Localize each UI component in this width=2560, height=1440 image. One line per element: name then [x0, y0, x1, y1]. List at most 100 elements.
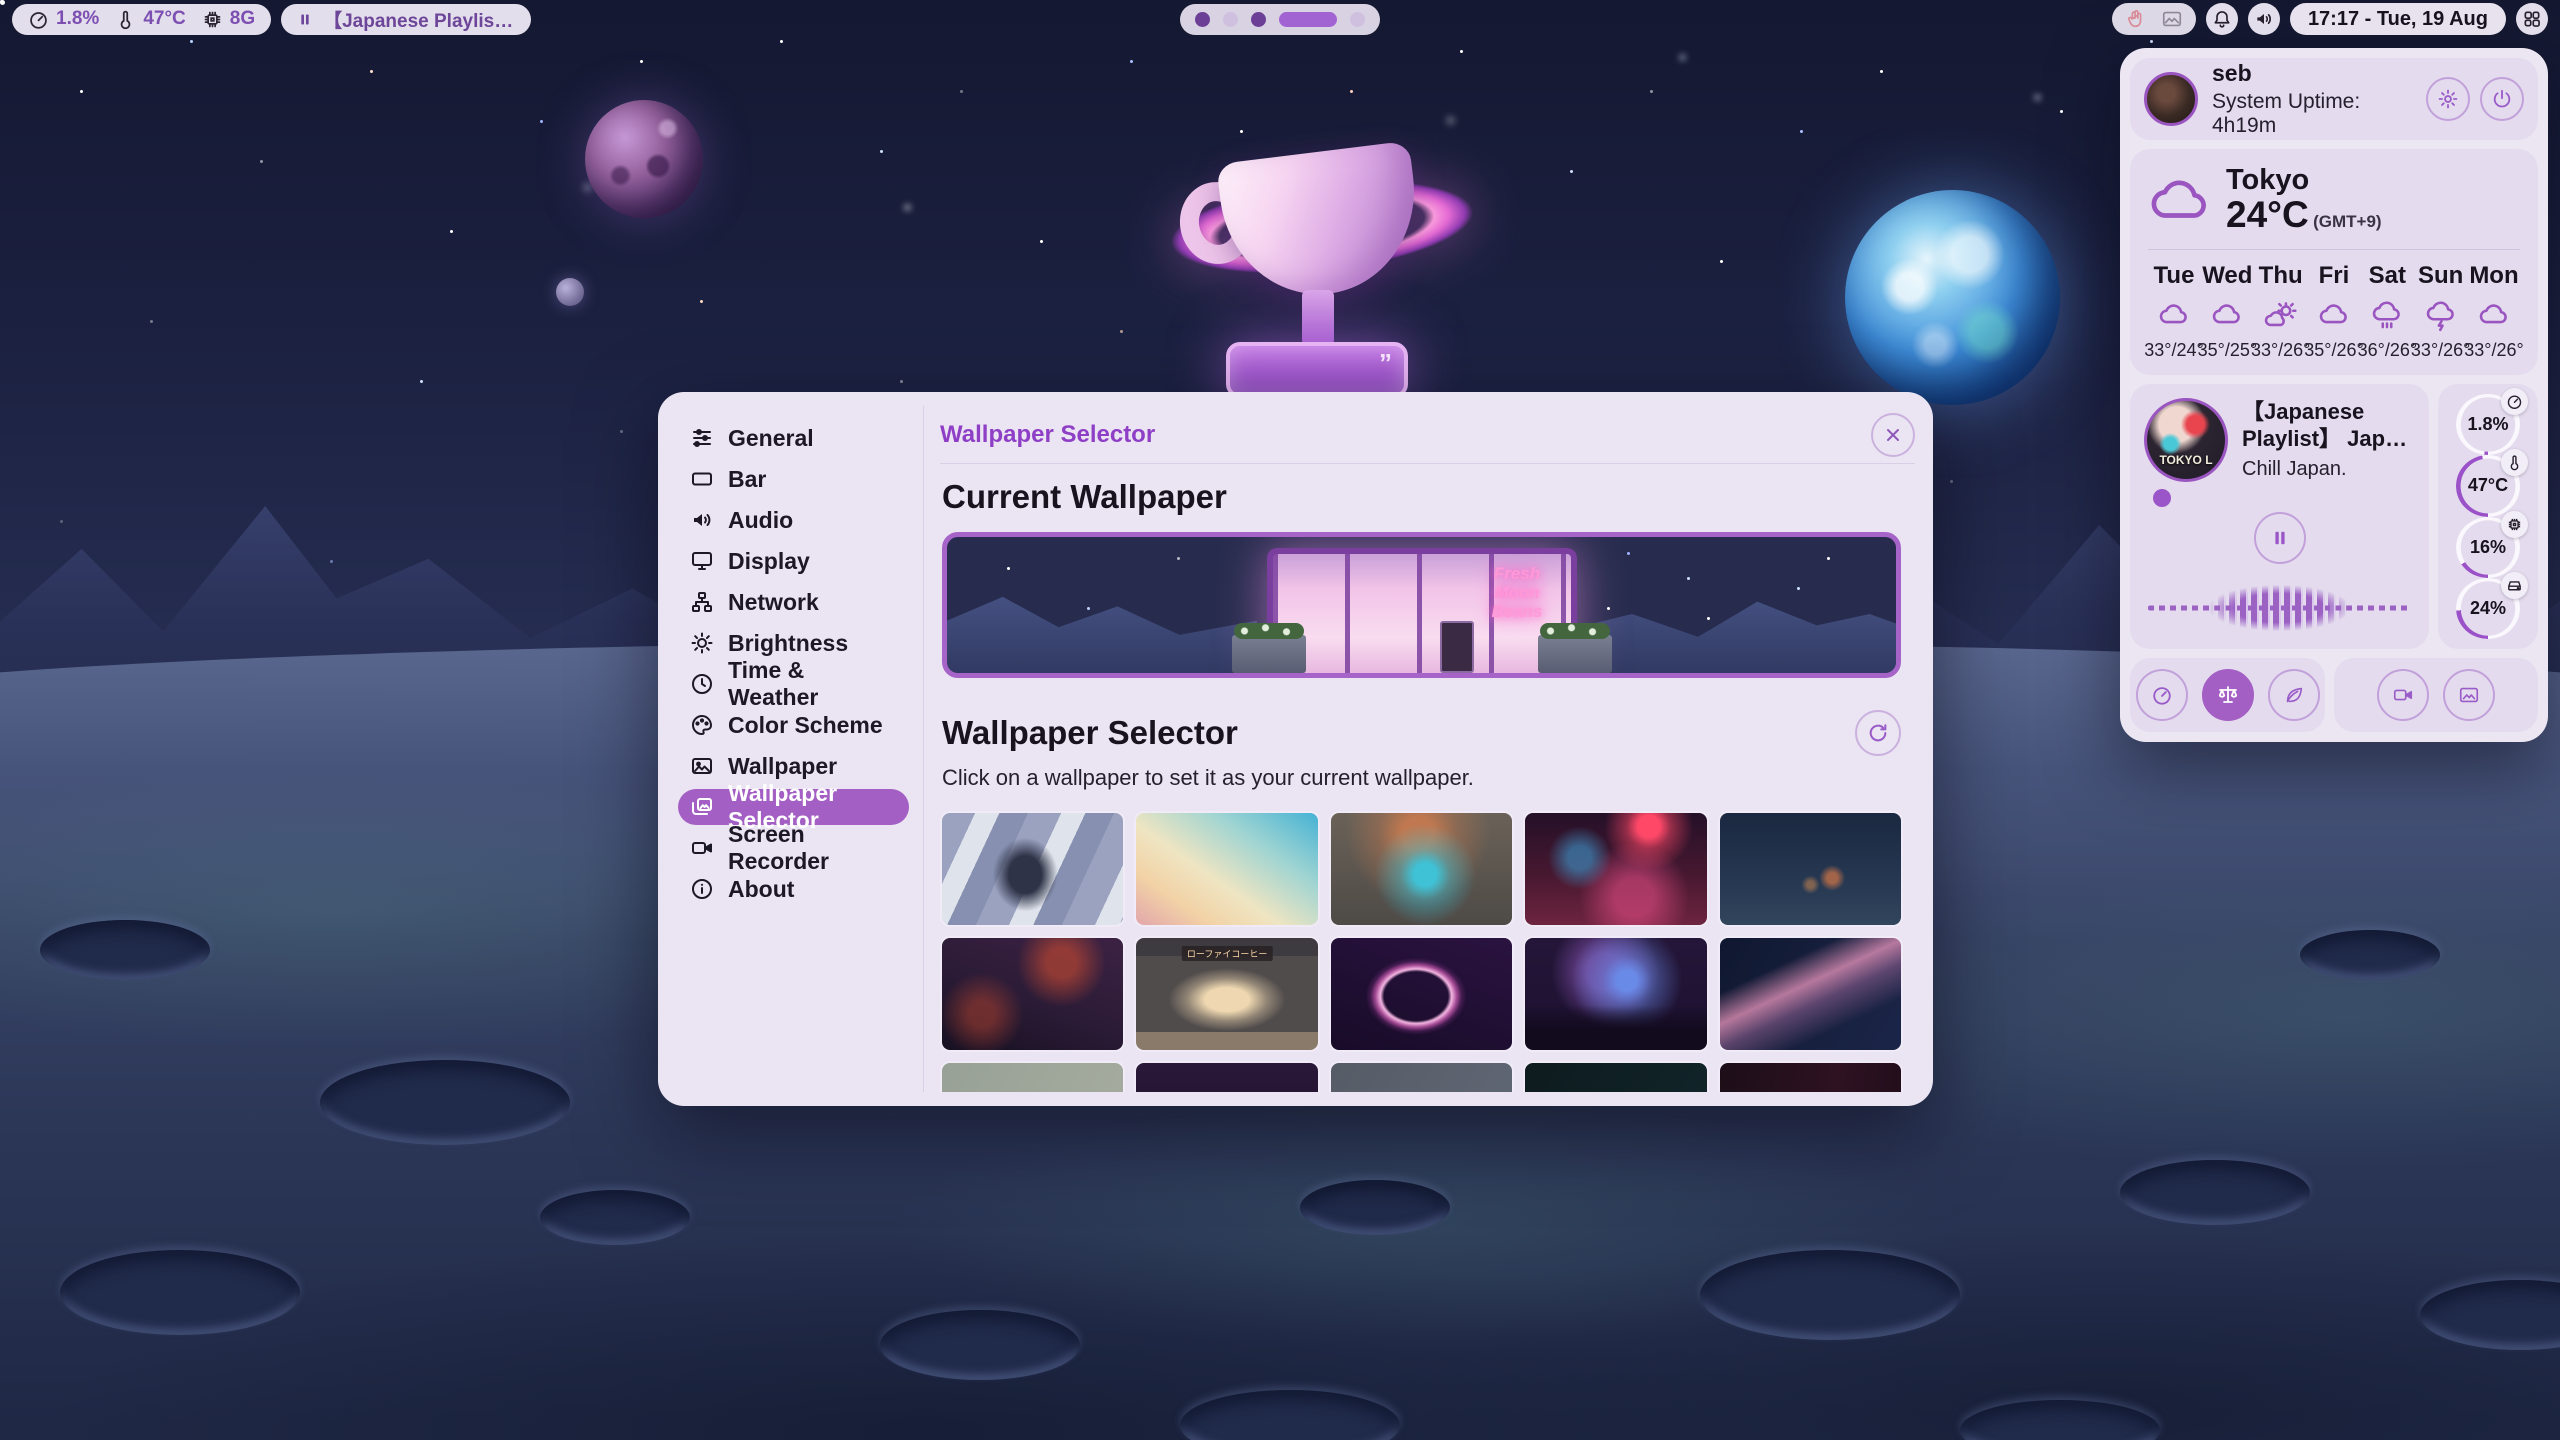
image-icon	[690, 754, 714, 778]
profile-power-saver-button[interactable]	[2268, 669, 2320, 721]
current-wallpaper-preview: Fresh Moon Beans	[942, 532, 1901, 678]
sidebar-item-color-scheme[interactable]: Color Scheme	[678, 707, 909, 743]
wallpaper-thumb[interactable]	[1331, 938, 1512, 1050]
sidebar-item-screen-recorder[interactable]: Screen Recorder	[678, 830, 909, 866]
forecast-day: Fri 35°/26°	[2308, 262, 2360, 361]
wallpaper-thumb[interactable]	[1525, 1063, 1706, 1092]
screenshot-button[interactable]	[2443, 669, 2495, 721]
cloud-icon	[2317, 298, 2351, 332]
wallpaper-thumb[interactable]	[942, 1063, 1123, 1092]
workspace-dot-3[interactable]	[1251, 12, 1266, 27]
system-gauges: 1.8% 47°C 16% 24%	[2438, 384, 2538, 649]
wallpaper-thumb[interactable]	[1136, 1063, 1317, 1092]
sidebar-item-label: Color Scheme	[728, 712, 883, 739]
neon-sign-text: Fresh Moon Beans	[1491, 564, 1542, 621]
window-icon	[690, 467, 714, 491]
wallpaper-grid: ローファイコーヒー	[942, 813, 1901, 1092]
crater	[320, 1060, 570, 1145]
crater	[1960, 1400, 2160, 1440]
preview-stars	[947, 537, 950, 540]
monitor-icon	[690, 549, 714, 573]
screen-recorder-button[interactable]	[2377, 669, 2429, 721]
desktop: ” 1.8%	[0, 0, 2560, 1440]
speedometer-icon	[2506, 393, 2523, 410]
crater	[2120, 1160, 2310, 1225]
media-pill-title: 【Japanese Playlist】 J...	[323, 6, 515, 33]
sidebar-item-brightness[interactable]: Brightness	[678, 625, 909, 661]
sidebar-item-bar[interactable]: Bar	[678, 461, 909, 497]
bell-icon	[2212, 9, 2232, 29]
sidebar-item-display[interactable]: Display	[678, 543, 909, 579]
wallpaper-thumb[interactable]	[1720, 813, 1901, 925]
chip-icon	[2506, 516, 2523, 533]
leaf-icon	[2283, 684, 2305, 706]
play-pause-button[interactable]	[2254, 512, 2306, 564]
media-player-card: TOKYO L 【Japanese Playlist】 Japan All Ni…	[2130, 384, 2429, 649]
thermometer-icon	[115, 9, 136, 30]
workspace-dot-5[interactable]	[1350, 12, 1365, 27]
forecast-day: Sun 33°/26°	[2415, 262, 2467, 361]
wallpaper-thumb[interactable]	[1136, 813, 1317, 925]
sidebar-item-audio[interactable]: Audio	[678, 502, 909, 538]
wallpaper-thumb[interactable]	[942, 938, 1123, 1050]
wallpaper-thumb[interactable]	[1720, 938, 1901, 1050]
avatar	[2144, 72, 2198, 126]
tray-app-icon[interactable]	[2125, 8, 2147, 30]
notifications-button[interactable]	[2206, 3, 2238, 35]
sliders-icon	[690, 426, 714, 450]
wallpaper-thumb[interactable]	[1331, 813, 1512, 925]
system-stats-pill[interactable]: 1.8% 47°C 8G	[12, 4, 271, 35]
preview-coffee-shop: Fresh Moon Beans	[1267, 548, 1577, 673]
workspace-dot-2[interactable]	[1223, 12, 1238, 27]
settings-button[interactable]	[2426, 77, 2470, 121]
sidebar-item-label: Audio	[728, 507, 793, 534]
workspace-dot-1[interactable]	[1195, 12, 1210, 27]
network-icon	[690, 590, 714, 614]
sidebar-item-general[interactable]: General	[678, 420, 909, 456]
preview-planter	[1538, 635, 1612, 673]
weather-city: Tokyo	[2226, 165, 2382, 195]
wallpaper-thumb[interactable]	[1525, 938, 1706, 1050]
wallpaper-thumb[interactable]: ローファイコーヒー	[1136, 938, 1317, 1050]
volume-button[interactable]	[2248, 3, 2280, 35]
crater	[880, 1310, 1080, 1380]
sidebar-item-label: Network	[728, 589, 819, 616]
refresh-icon	[1867, 722, 1889, 744]
profile-balanced-button[interactable]	[2202, 669, 2254, 721]
wallpaper-thumb[interactable]	[1720, 1063, 1901, 1092]
weather-card: Tokyo 24°C (GMT+9) Tue 33°/24° Wed 35°/2…	[2130, 149, 2538, 375]
power-button[interactable]	[2480, 77, 2524, 121]
memory-value: 8G	[230, 8, 255, 30]
sidebar-item-label: Display	[728, 548, 810, 575]
sidebar-item-network[interactable]: Network	[678, 584, 909, 620]
refresh-button[interactable]	[1855, 710, 1901, 756]
seek-thumb[interactable]	[2153, 489, 2171, 507]
weather-temperature: 24°C	[2226, 194, 2309, 235]
wallpaper-thumb[interactable]	[1525, 813, 1706, 925]
sidebar-item-label: Screen Recorder	[728, 821, 897, 875]
temperature-gauge: 47°C	[2456, 455, 2520, 516]
system-tray	[2112, 3, 2196, 35]
earth-planet	[1845, 190, 2060, 405]
top-bar: 1.8% 47°C 8G 【Japanese Playlist】 J...	[0, 0, 2560, 38]
profile-performance-button[interactable]	[2136, 669, 2188, 721]
workspace-dot-4[interactable]	[1279, 12, 1337, 27]
cloud-icon	[2210, 298, 2244, 332]
dashboard-button[interactable]	[2516, 3, 2548, 35]
sidebar-item-time-weather[interactable]: Time & Weather	[678, 666, 909, 702]
media-pill[interactable]: 【Japanese Playlist】 J...	[281, 4, 531, 35]
tray-image-icon[interactable]	[2161, 8, 2183, 30]
wallpaper-thumb[interactable]	[1331, 1063, 1512, 1092]
wallpaper-selector-body: Current Wallpaper Fresh Moon Beans	[940, 464, 1915, 1092]
sidebar-item-wallpaper-selector[interactable]: Wallpaper Selector	[678, 789, 909, 825]
wallpaper-thumb[interactable]	[942, 813, 1123, 925]
sidebar-item-about[interactable]: About	[678, 871, 909, 907]
window-title: Wallpaper Selector	[940, 421, 1155, 449]
memory-gauge: 16%	[2456, 517, 2520, 578]
brightness-icon	[690, 631, 714, 655]
sidebar-item-wallpaper[interactable]: Wallpaper	[678, 748, 909, 784]
cpu-gauge: 1.8%	[2456, 394, 2520, 455]
clock-pill[interactable]: 17:17 - Tue, 19 Aug	[2290, 3, 2506, 35]
close-button[interactable]	[1871, 413, 1915, 457]
sun-cloud-icon	[2264, 298, 2298, 332]
